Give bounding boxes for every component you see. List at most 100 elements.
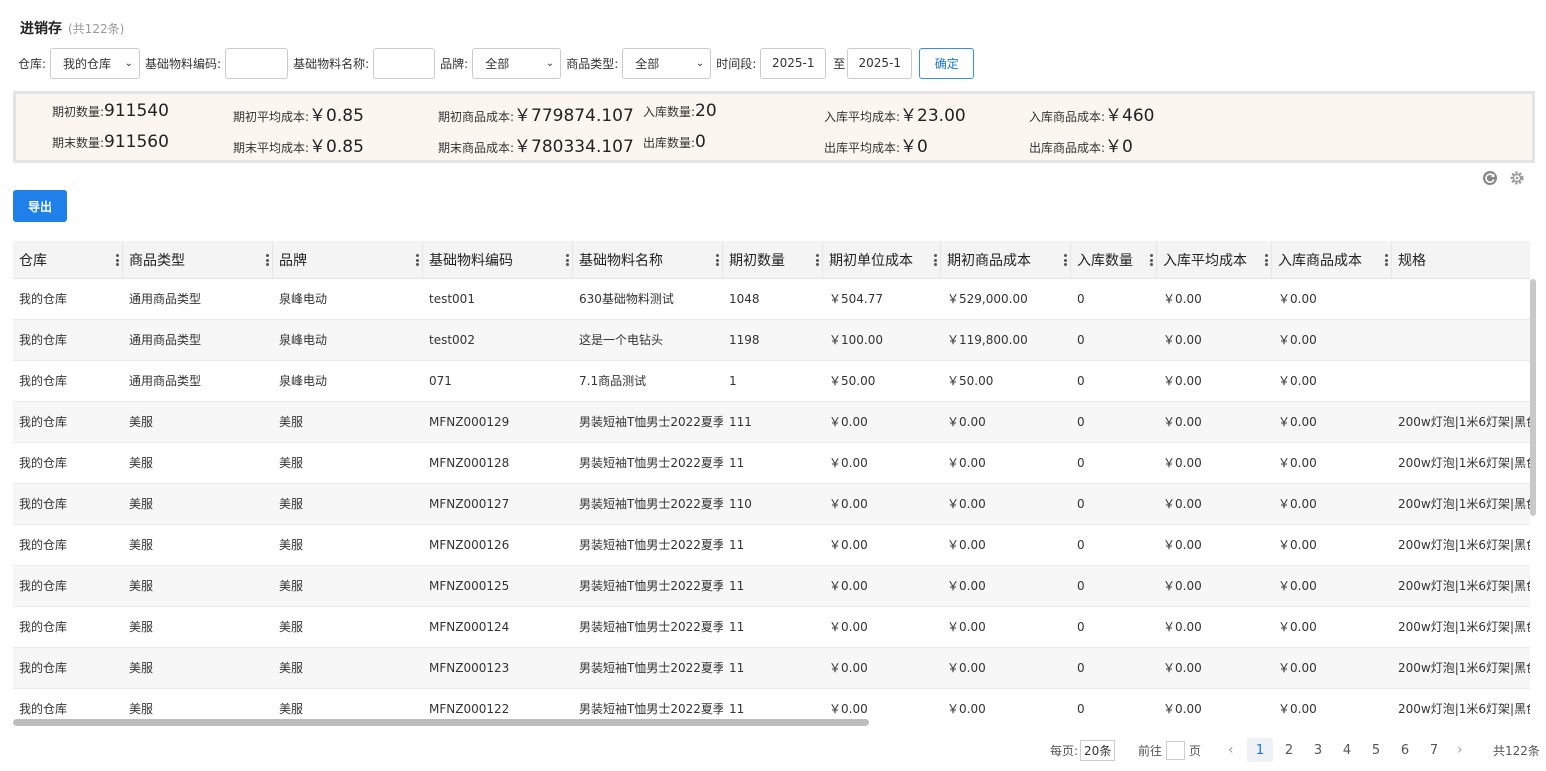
table-row[interactable]: 我的仓库 美服 美服 MFNZ000127 男装短袖T恤男士2022夏季 110 ￥0.00… (13, 484, 1530, 525)
column-header-opening-goods-cost[interactable]: 期初商品成本 (941, 241, 1071, 279)
column-header-inbound-goods-cost[interactable]: 入库商品成本 (1272, 241, 1392, 279)
page-number-5[interactable]: 5 (1363, 738, 1389, 762)
page-title: 进销存 (20, 21, 62, 37)
page-unit-label: 页 (1189, 743, 1202, 758)
vertical-scrollbar[interactable] (1530, 279, 1536, 516)
cell-material-name: 男装短袖T恤男士2022夏季 (579, 579, 723, 593)
cell-opening-unit-cost: ￥504.77 (829, 292, 883, 306)
product-type-label: 商品类型: (566, 56, 619, 71)
column-resize-handle[interactable] (566, 254, 569, 266)
page-jump-input[interactable] (1166, 740, 1186, 760)
product-type-select-value: 全部 (635, 56, 660, 71)
table-row[interactable]: 我的仓库 通用商品类型 泉峰电动 071 7.1商品测试 1 ￥50.00 ￥50.00 0 ￥0… (13, 361, 1530, 402)
cell-spec: 200w灯泡|1米6灯架|黑色 (1398, 620, 1530, 634)
column-resize-handle[interactable] (266, 254, 269, 266)
material-code-input[interactable] (225, 47, 289, 79)
column-header-opening-unit-cost[interactable]: 期初单位成本 (823, 241, 941, 279)
confirm-button[interactable]: 确定 (919, 47, 975, 79)
column-resize-handle[interactable] (116, 254, 119, 266)
table-row[interactable]: 我的仓库 美服 美服 MFNZ000123 男装短袖T恤男士2022夏季 11 ￥0.00 ￥… (13, 648, 1530, 689)
column-header-material-name[interactable]: 基础物料名称 (573, 241, 723, 279)
cell-inbound-avg-cost: ￥0.00 (1163, 702, 1202, 716)
column-resize-handle[interactable] (416, 254, 419, 266)
warehouse-select[interactable]: 我的仓库 ⌄ (50, 47, 141, 79)
cell-warehouse: 我的仓库 (19, 661, 68, 675)
column-resize-handle[interactable] (1064, 254, 1067, 266)
summary-closing-qty: 期末数量: 911560 (52, 132, 169, 152)
column-resize-handle[interactable] (1150, 254, 1153, 266)
column-header-material-code[interactable]: 基础物料编码 (423, 241, 573, 279)
cell-material-code: MFNZ000123 (429, 661, 510, 675)
cell-opening-qty: 1048 (729, 292, 760, 306)
cell-brand: 泉峰电动 (279, 292, 328, 306)
table-row[interactable]: 我的仓库 通用商品类型 泉峰电动 test001 630基础物料测试 1048 ￥504.7… (13, 279, 1530, 320)
page-number-4[interactable]: 4 (1334, 738, 1360, 762)
cell-inbound-avg-cost: ￥0.00 (1163, 661, 1202, 675)
table-row[interactable]: 我的仓库 美服 美服 MFNZ000128 男装短袖T恤男士2022夏季 11 ￥0.00 ￥… (13, 443, 1530, 484)
date-from-input[interactable]: 2025-1 (760, 47, 827, 79)
cell-spec (1392, 361, 1530, 401)
gear-icon[interactable] (1509, 170, 1525, 186)
chevron-left-icon[interactable]: ‹ (1228, 738, 1234, 762)
cell-brand: 美服 (279, 497, 304, 511)
cell-inbound-avg-cost: ￥0.00 (1163, 579, 1202, 593)
column-header-inbound-avg-cost[interactable]: 入库平均成本 (1157, 241, 1272, 279)
page-number-6[interactable]: 6 (1392, 738, 1418, 762)
page-jump-label: 前往 (1138, 743, 1163, 758)
cell-opening-unit-cost: ￥0.00 (829, 497, 868, 511)
table-row[interactable]: 我的仓库 通用商品类型 泉峰电动 test002 这是一个电钻头 1198 ￥100.00 ￥… (13, 320, 1530, 361)
horizontal-scrollbar[interactable] (13, 719, 869, 726)
table-row[interactable]: 我的仓库 美服 美服 MFNZ000122 男装短袖T恤男士2022夏季 11 ￥0.00 ￥… (13, 689, 1530, 719)
cell-inbound-goods-cost: ￥0.00 (1278, 374, 1317, 388)
column-resize-handle[interactable] (816, 254, 819, 266)
cell-inbound-qty: 0 (1077, 538, 1085, 552)
table-row[interactable]: 我的仓库 美服 美服 MFNZ000125 男装短袖T恤男士2022夏季 11 ￥0.00 ￥… (13, 566, 1530, 607)
table-row[interactable]: 我的仓库 美服 美服 MFNZ000129 男装短袖T恤男士2022夏季 111 ￥0.00… (13, 402, 1530, 443)
summary-outbound-avg-cost: 出库平均成本: ￥0 (824, 137, 928, 157)
refresh-icon[interactable] (1482, 170, 1498, 186)
chevron-right-icon[interactable]: › (1457, 738, 1463, 762)
cell-brand: 泉峰电动 (279, 374, 328, 388)
cell-inbound-goods-cost: ￥0.00 (1278, 661, 1317, 675)
cell-opening-qty: 110 (729, 497, 752, 511)
column-header-warehouse[interactable]: 仓库 (13, 241, 123, 279)
column-header-opening-qty[interactable]: 期初数量 (723, 241, 823, 279)
column-resize-handle[interactable] (1385, 254, 1388, 266)
cell-opening-qty: 111 (729, 415, 752, 429)
page-header: 进销存 (共122条) (20, 18, 124, 38)
page-number-1[interactable]: 1 (1247, 738, 1273, 762)
cell-material-code: test002 (429, 333, 475, 347)
cell-opening-goods-cost: ￥119,800.00 (947, 333, 1028, 347)
cell-material-code: test001 (429, 292, 475, 306)
cell-inbound-avg-cost: ￥0.00 (1163, 497, 1202, 511)
summary-outbound-qty: 出库数量: 0 (643, 132, 706, 152)
period-label: 时间段: (716, 56, 757, 71)
cell-opening-qty: 11 (729, 579, 745, 593)
cell-opening-unit-cost: ￥0.00 (829, 538, 868, 552)
column-header-spec[interactable]: 规格 (1392, 241, 1530, 279)
cell-opening-unit-cost: ￥0.00 (829, 579, 868, 593)
date-to-input[interactable]: 2025-1 (847, 47, 913, 79)
column-header-brand[interactable]: 品牌 (273, 241, 423, 279)
brand-select[interactable]: 全部 ⌄ (472, 47, 562, 79)
product-type-select[interactable]: 全部 ⌄ (622, 47, 712, 79)
column-header-product-type[interactable]: 商品类型 (123, 241, 273, 279)
column-header-inbound-qty[interactable]: 入库数量 (1071, 241, 1157, 279)
cell-inbound-goods-cost: ￥0.00 (1278, 702, 1317, 716)
page-number-2[interactable]: 2 (1276, 738, 1302, 762)
export-button[interactable]: 导出 (13, 190, 67, 222)
page-number-3[interactable]: 3 (1305, 738, 1331, 762)
material-name-input[interactable] (373, 47, 436, 79)
table-row[interactable]: 我的仓库 美服 美服 MFNZ000126 男装短袖T恤男士2022夏季 11 ￥0.00 ￥… (13, 525, 1530, 566)
table-row[interactable]: 我的仓库 美服 美服 MFNZ000124 男装短袖T恤男士2022夏季 11 ￥0.00 ￥… (13, 607, 1530, 648)
column-resize-handle[interactable] (934, 254, 937, 266)
summary-inbound-qty: 入库数量: 20 (643, 101, 717, 121)
page-size-select[interactable]: 20条 (1080, 739, 1116, 761)
cell-warehouse: 我的仓库 (19, 415, 68, 429)
material-code-label: 基础物料编码: (145, 56, 222, 71)
column-resize-handle[interactable] (716, 254, 719, 266)
page-number-7[interactable]: 7 (1421, 738, 1447, 762)
cell-inbound-avg-cost: ￥0.00 (1163, 374, 1202, 388)
column-resize-handle[interactable] (1265, 254, 1268, 266)
cell-material-name: 这是一个电钻头 (579, 333, 664, 347)
